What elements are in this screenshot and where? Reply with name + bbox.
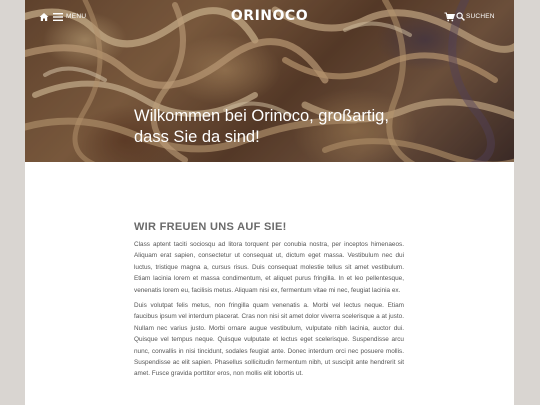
hero-title: Wilkommen bei Orinoco, großartig, dass S… bbox=[134, 107, 389, 146]
paragraph: Class aptent taciti sociosqu ad litora t… bbox=[134, 241, 404, 294]
paragraph: Duis volutpat felis metus, non fringilla… bbox=[134, 302, 404, 378]
search-icon[interactable] bbox=[456, 12, 465, 21]
main-content: WIR FREUEN UNS AUF SIE! Class aptent tac… bbox=[134, 221, 404, 384]
cart-icon[interactable] bbox=[444, 12, 455, 22]
page: MENU ORINOCO SUCHEN Wilkommen bei Orinoc… bbox=[25, 0, 514, 405]
site-logo[interactable]: ORINOCO bbox=[25, 8, 514, 24]
top-navigation: MENU ORINOCO SUCHEN bbox=[25, 0, 514, 34]
search-label[interactable]: SUCHEN bbox=[466, 13, 495, 20]
section-heading: WIR FREUEN UNS AUF SIE! bbox=[134, 221, 287, 233]
hero-banner: MENU ORINOCO SUCHEN Wilkommen bei Orinoc… bbox=[25, 0, 514, 162]
